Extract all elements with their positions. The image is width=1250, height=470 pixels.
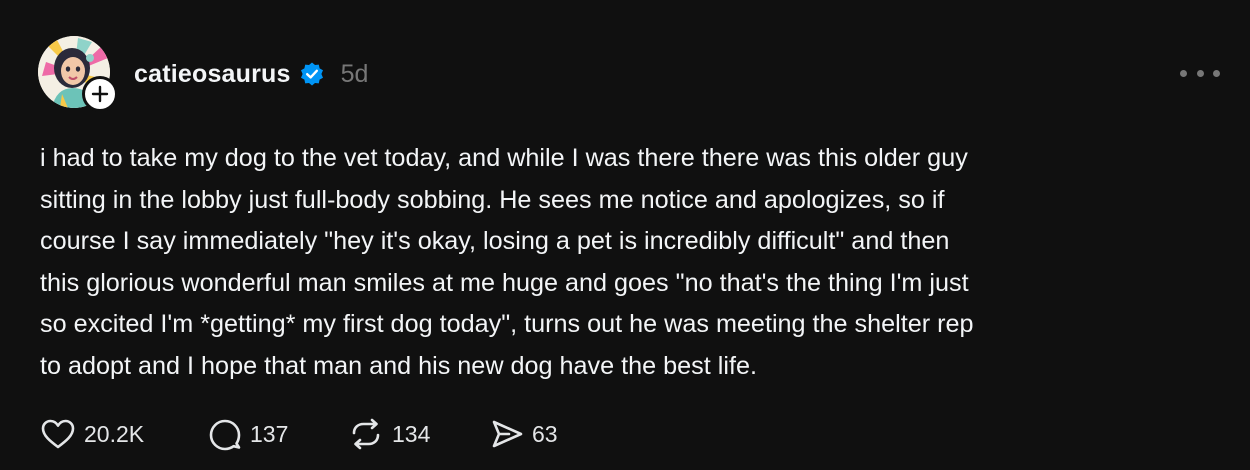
- post-text-line: this glorious wonderful man smiles at me…: [40, 268, 969, 297]
- reply-button[interactable]: 137: [208, 417, 348, 451]
- post-text: i had to take my dog to the vet today, a…: [40, 138, 1220, 387]
- verified-badge-icon: [299, 61, 325, 87]
- repost-button[interactable]: 134: [348, 417, 490, 451]
- post-text-line: i had to take my dog to the vet today, a…: [40, 144, 968, 172]
- share-count: 63: [532, 420, 558, 447]
- reply-count: 137: [250, 420, 289, 447]
- like-button[interactable]: 20.2K: [40, 418, 208, 450]
- post-timestamp: 5d: [340, 59, 369, 88]
- like-count: 20.2K: [84, 420, 145, 447]
- more-icon[interactable]: [1180, 60, 1220, 86]
- post-text-line: course I say immediately "hey it's okay,…: [40, 227, 950, 255]
- repost-count: 134: [392, 420, 431, 447]
- plus-icon: [91, 85, 109, 103]
- comment-icon: [209, 419, 241, 451]
- post-text-line: sitting in the lobby just full-body sobb…: [40, 185, 945, 214]
- follow-button[interactable]: [82, 76, 118, 112]
- post-text-line: to adopt and I hope that man and his new…: [40, 351, 757, 380]
- post-header: catieosaurus 5d: [134, 56, 368, 92]
- repost-icon: [352, 418, 380, 450]
- action-bar: 20.2K 137 134 63: [40, 414, 558, 454]
- avatar-container[interactable]: [38, 36, 118, 112]
- username[interactable]: catieosaurus: [134, 60, 291, 89]
- send-icon: [492, 420, 523, 448]
- post-text-line: so excited I'm *getting* my first dog to…: [40, 310, 974, 338]
- share-button[interactable]: 63: [490, 418, 558, 450]
- heart-icon: [41, 419, 75, 449]
